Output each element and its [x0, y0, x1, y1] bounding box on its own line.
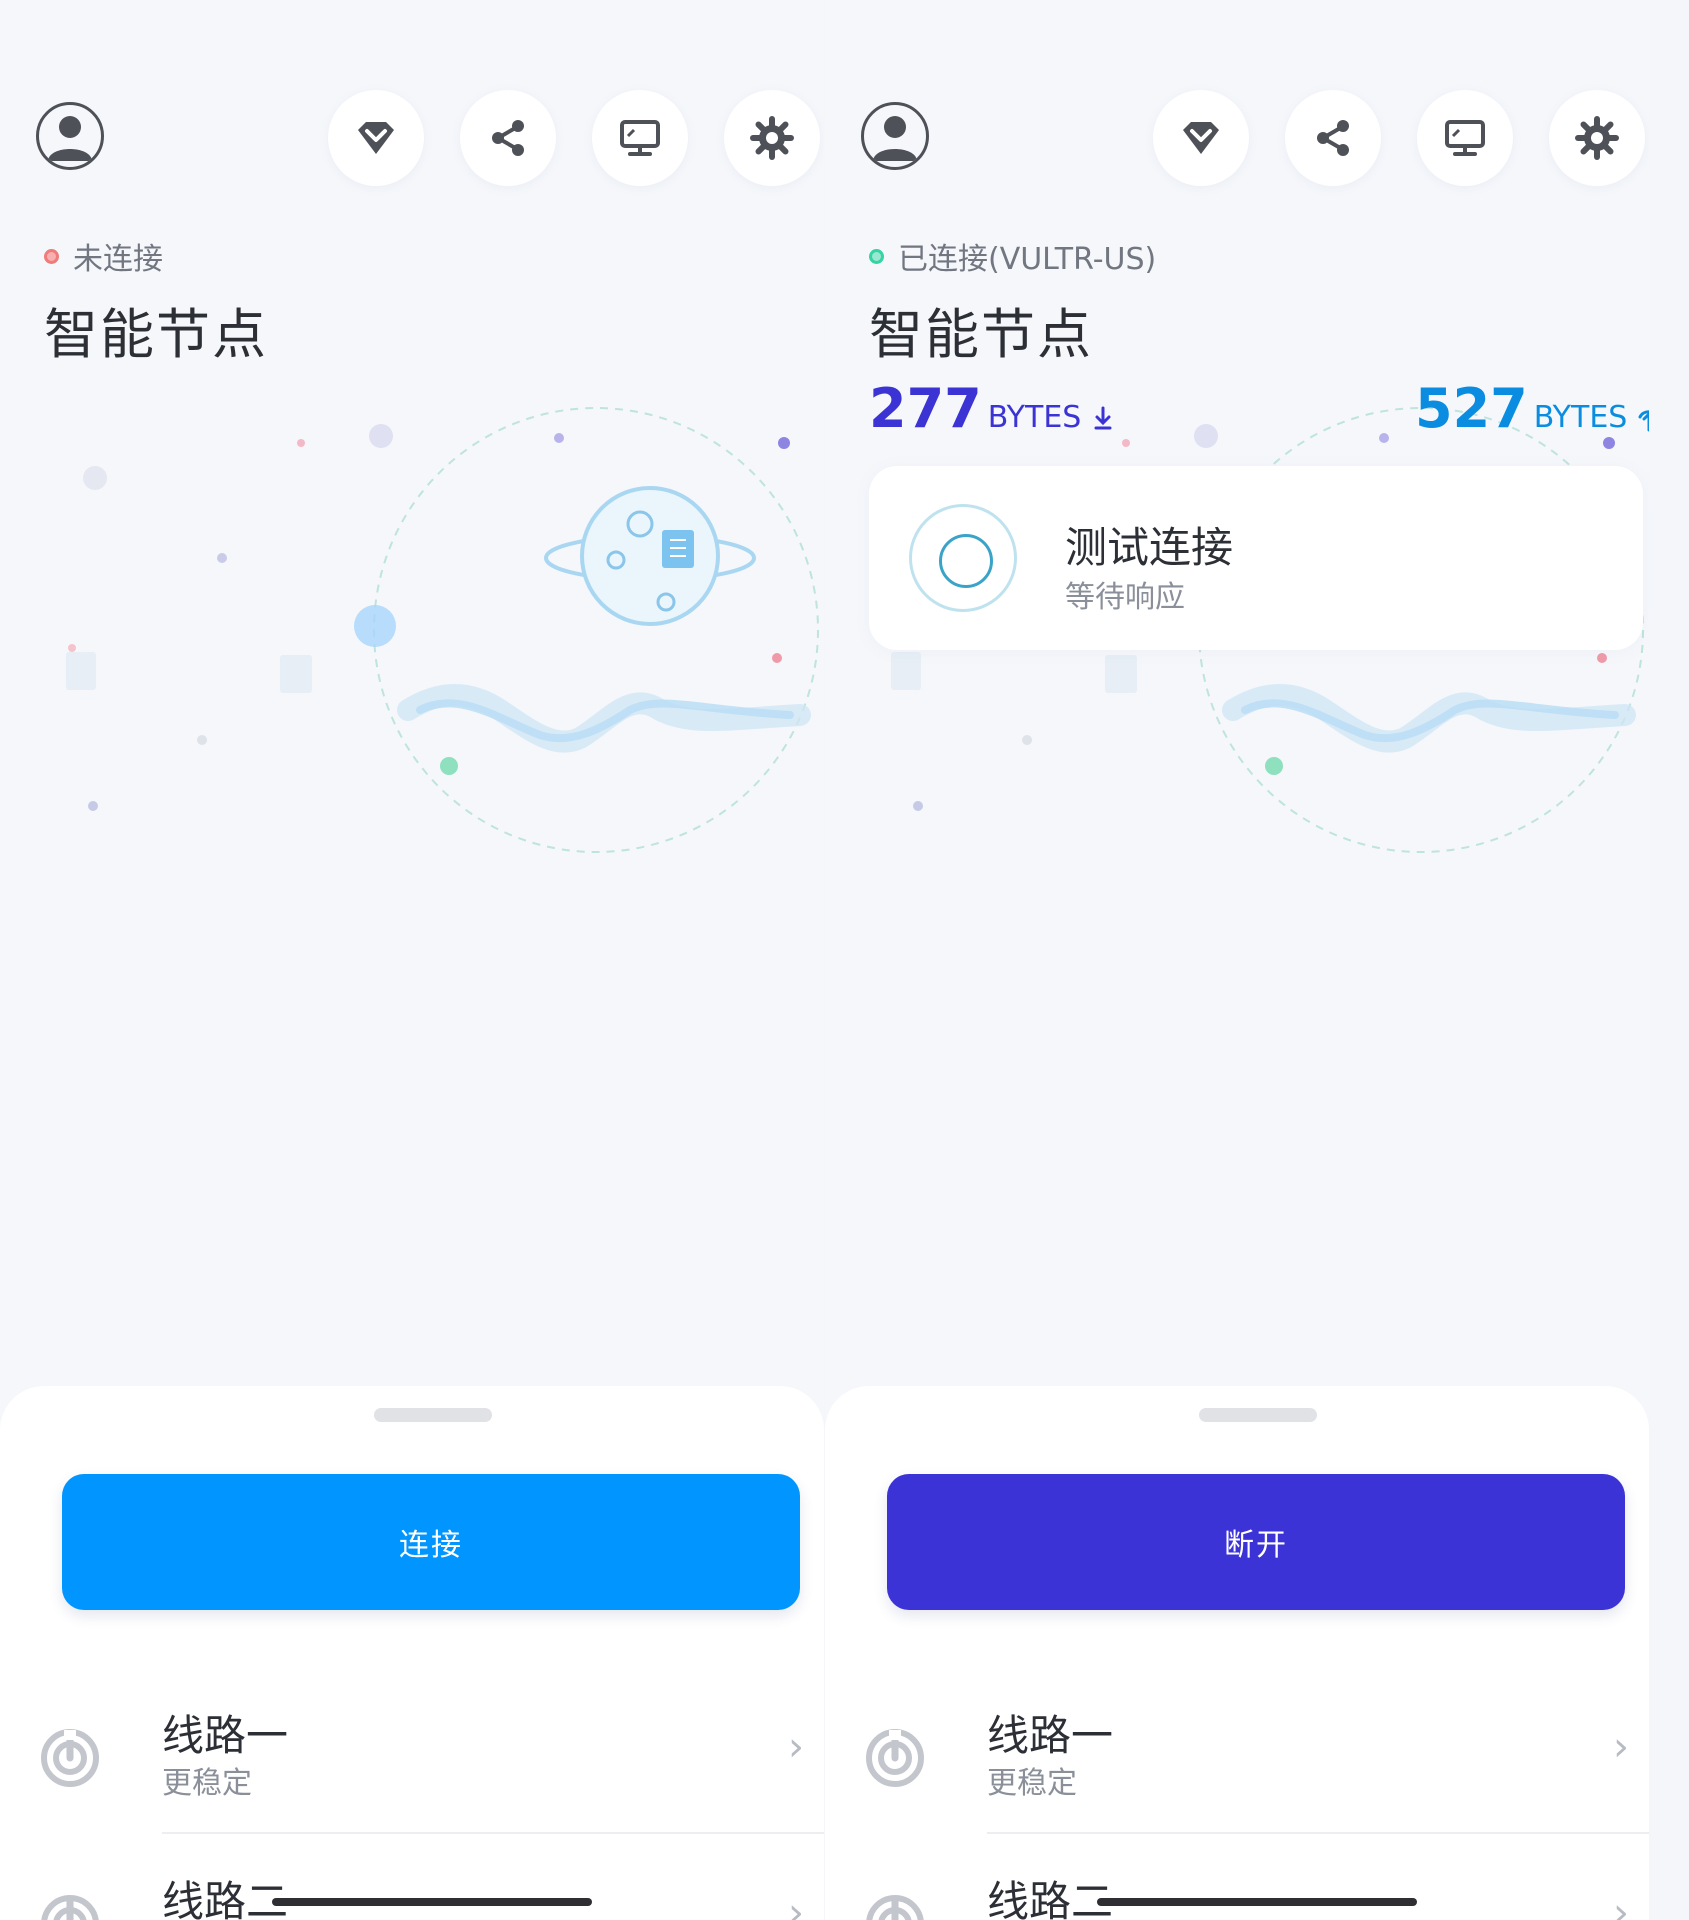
route-item-1[interactable]: 线路一 更稳定 ›: [0, 1682, 824, 1832]
monitor-icon: [1445, 120, 1485, 156]
chevron-right-icon: ›: [1613, 1890, 1629, 1920]
route-divider: [162, 1832, 824, 1834]
bottom-sheet: 断开 线路一 更稳定 › 线路二 ›: [825, 1386, 1649, 1920]
chevron-right-icon: ›: [788, 1890, 804, 1920]
download-bytes-unit: BYTES: [987, 400, 1082, 435]
signal-icon: [41, 1729, 99, 1787]
connected-screen: 已连接(VULTR-US) 智能节点 277 BYTES 527 BYTES 测…: [825, 0, 1649, 1920]
share-icon: [492, 120, 524, 156]
status-bar: [0, 0, 824, 70]
profile-avatar-button[interactable]: [861, 102, 929, 170]
share-button[interactable]: [460, 90, 556, 186]
signal-icon: [866, 1895, 924, 1920]
route-item-2[interactable]: 线路二 ›: [825, 1848, 1649, 1920]
signal-icon: [866, 1729, 924, 1787]
test-connection-card[interactable]: 测试连接 等待响应: [869, 466, 1643, 650]
status-bar: [825, 0, 1649, 70]
test-connection-status: 等待响应: [1065, 580, 1185, 615]
upload-counter: 527 BYTES: [1415, 382, 1649, 436]
upload-bytes-value: 527: [1415, 377, 1528, 440]
connection-status: 未连接: [44, 234, 163, 278]
bottom-sheet: 连接 线路一 更稳定 › 线路二 ›: [0, 1386, 824, 1920]
route-item-2[interactable]: 线路二 ›: [0, 1848, 824, 1920]
disconnected-screen: 未连接 智能节点 连接 线路一 更稳定 › 线路二 ›: [0, 0, 824, 1920]
connect-button[interactable]: 连接: [62, 1474, 800, 1610]
vip-diamond-button[interactable]: [1153, 90, 1249, 186]
node-title: 智能节点: [869, 303, 1093, 366]
upload-bytes-unit: BYTES: [1533, 400, 1628, 435]
share-icon: [1317, 120, 1349, 156]
download-bytes-value: 277: [869, 377, 982, 440]
vip-diamond-button[interactable]: [328, 90, 424, 186]
loading-ring-icon: [909, 504, 1017, 612]
route-title: 线路二: [162, 1877, 289, 1920]
home-indicator: [1097, 1898, 1417, 1906]
chevron-right-icon: ›: [1613, 1724, 1629, 1770]
route-item-1[interactable]: 线路一 更稳定 ›: [825, 1682, 1649, 1832]
loading-ring-inner: [939, 534, 993, 588]
user-icon: [48, 116, 92, 161]
settings-button[interactable]: [724, 90, 820, 186]
monitor-icon: [620, 120, 660, 156]
download-counter: 277 BYTES: [869, 382, 1115, 436]
diamond-icon: [1183, 122, 1219, 154]
route-title: 线路二: [987, 1877, 1114, 1920]
status-text: 未连接: [73, 242, 163, 277]
route-divider: [987, 1832, 1649, 1834]
disconnect-button[interactable]: 断开: [887, 1474, 1625, 1610]
monitor-button[interactable]: [592, 90, 688, 186]
route-subtitle: 更稳定: [162, 1766, 252, 1801]
route-subtitle: 更稳定: [987, 1766, 1077, 1801]
home-indicator: [272, 1898, 592, 1906]
profile-avatar-button[interactable]: [36, 102, 104, 170]
diamond-icon: [358, 122, 394, 154]
gear-icon: [750, 116, 794, 160]
node-title: 智能节点: [44, 303, 268, 366]
route-title: 线路一: [162, 1711, 289, 1760]
status-text: 已连接(VULTR-US): [898, 242, 1157, 277]
settings-button[interactable]: [1549, 90, 1645, 186]
monitor-button[interactable]: [1417, 90, 1513, 186]
connection-status: 已连接(VULTR-US): [869, 234, 1156, 278]
sheet-drag-handle[interactable]: [374, 1408, 492, 1422]
gear-icon: [1575, 116, 1619, 160]
signal-icon: [41, 1895, 99, 1920]
test-connection-title: 测试连接: [1065, 523, 1234, 572]
route-title: 线路一: [987, 1711, 1114, 1760]
upload-arrow-icon: [1638, 410, 1649, 432]
status-dot: [44, 248, 59, 264]
status-dot: [869, 248, 884, 264]
planet-illustration: [66, 407, 819, 853]
user-icon: [873, 116, 917, 161]
chevron-right-icon: ›: [788, 1724, 804, 1770]
share-button[interactable]: [1285, 90, 1381, 186]
download-arrow-icon: [1094, 406, 1112, 430]
sheet-drag-handle[interactable]: [1199, 1408, 1317, 1422]
